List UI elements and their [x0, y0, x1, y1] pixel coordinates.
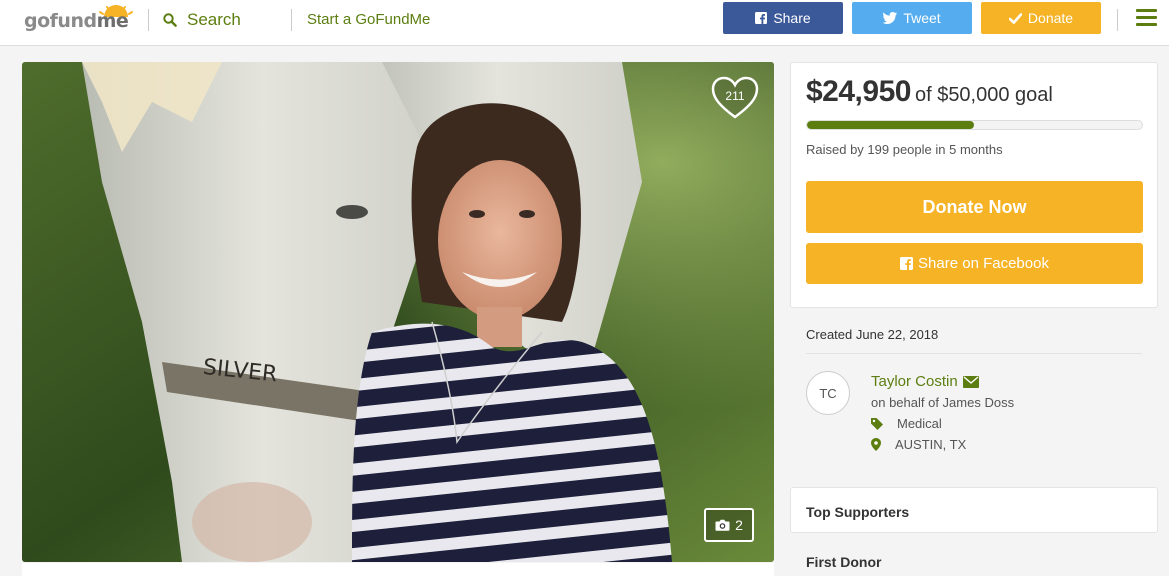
header-donate-label: Donate	[1027, 10, 1074, 26]
logo-text-b: me	[96, 10, 129, 32]
map-pin-icon	[871, 438, 881, 451]
search-label: Search	[187, 10, 241, 29]
tweet-button-label: Tweet	[903, 10, 941, 26]
facebook-icon	[900, 257, 914, 270]
organizer-name: Taylor Costin	[871, 373, 958, 390]
envelope-icon[interactable]	[962, 375, 979, 388]
tweet-button[interactable]: Tweet	[852, 2, 972, 34]
camera-icon	[715, 519, 730, 531]
header-donate-button[interactable]: Donate	[981, 2, 1101, 34]
raised-summary: Raised by 199 people in 5 months	[806, 142, 1003, 157]
location-line: AUSTIN, TX	[871, 437, 966, 452]
organizer-avatar[interactable]: TC	[806, 371, 850, 415]
start-gofundme-link[interactable]: Start a GoFundMe	[307, 11, 430, 28]
first-donor-heading: First Donor	[806, 554, 882, 570]
donation-summary-card: $24,950 of $50,000 goal Raised by 199 pe…	[790, 62, 1158, 308]
logo-text-a: gofund	[24, 10, 97, 32]
created-date: Created June 22, 2018	[806, 327, 939, 342]
search-icon	[163, 13, 177, 27]
check-icon	[1008, 12, 1022, 24]
location-label: AUSTIN, TX	[895, 437, 967, 452]
amount-raised: $24,950	[806, 75, 911, 108]
category-label: Medical	[897, 416, 942, 431]
heart-count: 211	[725, 89, 745, 103]
donate-now-button[interactable]: Donate Now	[806, 181, 1143, 233]
logo-wordmark: gofundme	[24, 10, 129, 32]
beneficiary-text: on behalf of James Doss	[871, 395, 1015, 410]
photo-count: 2	[735, 517, 743, 533]
menu-icon[interactable]	[1136, 9, 1157, 26]
progress-bar-fill	[807, 121, 975, 129]
top-supporters-card: Top Supporters	[790, 487, 1158, 533]
header-divider	[291, 9, 292, 31]
girl-with-horse-image: SILVER	[22, 62, 774, 562]
divider	[806, 353, 1142, 354]
campaign-photo[interactable]: SILVER 211 2	[22, 62, 774, 562]
organizer-link[interactable]: Taylor Costin	[871, 373, 979, 390]
top-navigation-bar: gofundme Search Start a GoFundMe Share T…	[0, 0, 1169, 46]
header-divider	[148, 9, 149, 31]
progress-bar	[806, 120, 1143, 130]
category-line[interactable]: Medical	[871, 416, 942, 431]
heart-button[interactable]: 211	[710, 76, 760, 120]
share-button-label: Share	[773, 10, 811, 26]
photo-gallery-button[interactable]: 2	[704, 508, 754, 542]
amount-row: $24,950 of $50,000 goal	[806, 75, 1053, 109]
goal-text: of $50,000 goal	[914, 84, 1053, 106]
share-on-facebook-button[interactable]: Share on Facebook	[806, 243, 1143, 284]
story-panel-edge	[22, 563, 774, 576]
tag-icon	[871, 417, 883, 430]
gofundme-logo[interactable]: gofundme	[24, 5, 133, 39]
top-supporters-title: Top Supporters	[806, 504, 910, 520]
header-divider	[1117, 9, 1118, 31]
share-button[interactable]: Share	[723, 2, 843, 34]
search-button[interactable]: Search	[163, 8, 241, 32]
share-on-facebook-label: Share on Facebook	[918, 255, 1049, 272]
twitter-icon	[883, 12, 898, 24]
facebook-icon	[755, 12, 768, 24]
